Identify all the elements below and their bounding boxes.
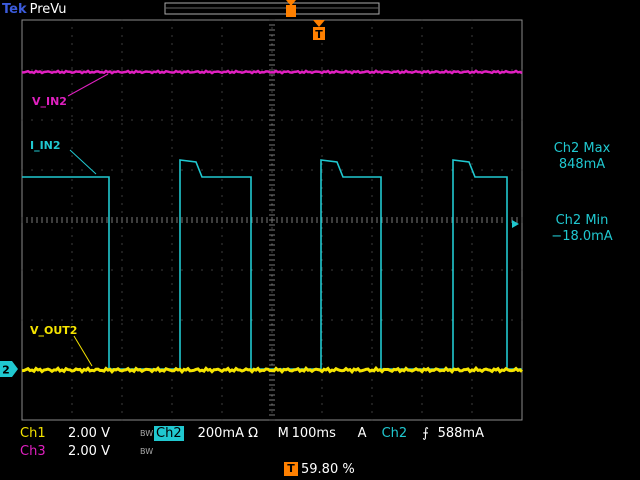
ch1-bw-icon: BW (140, 428, 154, 438)
ch3-scale: 2.00 V (50, 443, 140, 459)
ch1-scale: 2.00 V (50, 425, 140, 441)
measurement-max-value: 848mA (558, 157, 606, 172)
graticule-grid (21, 19, 523, 421)
timebase-label: M (277, 425, 289, 441)
v-in2-label: V_IN2 (32, 95, 67, 108)
ch2-ground-marker[interactable]: 2 (0, 361, 18, 377)
trigger-level[interactable]: 588mA (438, 426, 484, 441)
channel-settings-row-2: Ch3 2.00 V BW (0, 442, 154, 460)
brand-logo: Tek (2, 1, 27, 17)
measurement-max-label: Ch2 Max (553, 141, 611, 156)
ch2-scale: 200mA Ω (197, 425, 259, 441)
trigger-level-arrow (512, 220, 519, 228)
channel-settings-row-1: Ch1 2.00 V BW Ch2 200mA Ω M 100ms A Ch2 … (0, 424, 484, 442)
v-out2-label: V_OUT2 (30, 324, 78, 337)
ch1-label[interactable]: Ch1 (0, 426, 50, 441)
timebase-value[interactable]: 100ms (292, 426, 358, 441)
acquisition-mode: PreVu (29, 1, 67, 17)
ch2-label[interactable]: Ch2 (154, 425, 184, 441)
trigger-slope-icon: ⨍ (422, 425, 429, 441)
trigger-marker[interactable]: T (313, 20, 325, 41)
i-in2-label: I_IN2 (30, 139, 61, 152)
v-in2-trace (22, 69, 523, 75)
header: Tek PreVu (0, 0, 67, 18)
trigger-icon: T (284, 462, 298, 476)
svg-text:2: 2 (2, 364, 10, 377)
trigger-position-value: 59.80 % (301, 461, 355, 477)
measurement-min: Ch2 Min −18.0mA (524, 213, 640, 245)
trigger-position-readout: T 59.80 % (284, 460, 355, 478)
ch3-label[interactable]: Ch3 (0, 443, 50, 459)
trigger-marker-label: T (315, 28, 323, 41)
measurement-min-label: Ch2 Min (555, 213, 609, 228)
ch3-bw-icon: BW (140, 446, 154, 456)
measurement-min-value: −18.0mA (551, 229, 613, 244)
trigger-mode: A (357, 425, 367, 441)
trigger-source[interactable]: Ch2 (382, 426, 414, 441)
measurement-max: Ch2 Max 848mA (524, 141, 640, 173)
